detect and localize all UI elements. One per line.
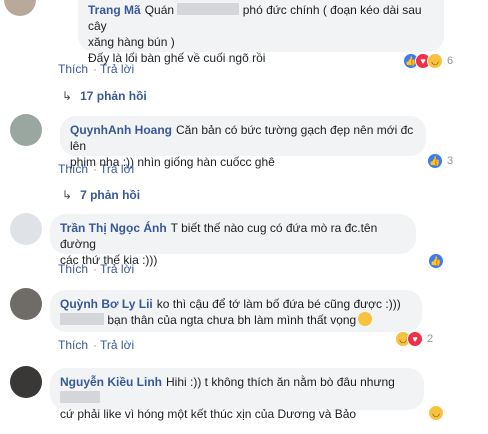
reaction-count: 6 [447,55,454,67]
smile-emoji-icon [358,312,373,326]
reaction-summary[interactable]: ◡ ♥ 2 [395,330,433,348]
reaction-summary[interactable]: 👍 [428,252,448,270]
avatar[interactable] [10,213,42,245]
redacted-text [177,3,240,15]
comment-actions: Thích · Trả lời [58,262,136,276]
like-reaction-icon: 👍 [428,253,444,269]
comment-text: xăng hàng bún ) [88,35,175,49]
comment-text: Hihi :)) t không thích ăn nằm bò đâu như… [166,375,395,389]
avatar[interactable] [10,114,42,146]
commenter-name[interactable]: QuynhAnh Hoang [70,123,172,137]
separator: · [93,162,98,176]
comment-text: bạn thân của ngta chưa bh làm mình thất … [107,313,357,327]
comment-actions: Thích · Trả lời [58,162,136,176]
comment-bubble: Nguyễn Kiều Linh Hihi :)) t không thích ă… [50,368,424,421]
comment-bubble: Trần Thị Ngọc Ánh T biết thế nào cug có đ… [50,214,416,267]
reply-thread-toggle[interactable]: ↳ 7 phản hồi [62,188,140,202]
reply-arrow-icon: ↳ [62,188,73,202]
comment-text: Đấy là lối bàn ghế về cuối ngõ rồi [88,51,266,65]
comment-actions: Thích · Trả lời [58,338,136,352]
avatar[interactable] [10,366,42,398]
comment-text: ko thì cậu để tớ làm bố đứa bé cũng được… [156,297,401,311]
like-link[interactable]: Thích [58,62,88,76]
reply-link[interactable]: Trả lời [100,62,134,76]
love-reaction-icon: ♥ [407,331,423,347]
haha-reaction-icon: ◡ [428,405,444,421]
reply-link[interactable]: Trả lời [100,262,134,276]
commenter-name[interactable]: Trần Thị Ngọc Ánh [60,221,167,235]
like-reaction-icon: 👍 [427,153,443,169]
comment-text: cứ phải like vì hóng một kết thúc xịn củ… [60,407,357,421]
separator: · [93,62,98,76]
comment-bubble: QuynhAnh Hoang Căn bản có bức tường gạch … [60,116,426,169]
separator: · [93,338,98,352]
reply-count: 7 phản hồi [80,188,141,202]
like-link[interactable]: Thích [58,262,88,276]
reply-link[interactable]: Trả lời [100,338,134,352]
comment-text: Quán [144,3,175,17]
comment-bubble: Trang Mã Quán phó đức chính ( đoạn kéo dà… [78,0,444,65]
avatar[interactable] [4,0,36,16]
separator: · [93,262,98,276]
redacted-text [60,391,100,403]
commenter-name[interactable]: Nguyễn Kiều Linh [60,375,162,389]
like-link[interactable]: Thích [58,162,88,176]
reaction-summary[interactable]: 👍 3 [427,152,453,170]
like-link[interactable]: Thích [58,338,88,352]
comment-bubble: Quỳnh Bơ Ly Lii ko thì cậu để tớ làm bố đ… [50,290,422,332]
reply-arrow-icon: ↳ [62,89,73,103]
commenter-name[interactable]: Trang Mã [88,3,141,17]
reaction-summary[interactable]: ◡ [428,404,448,422]
reaction-count: 3 [447,155,454,167]
redacted-text [60,313,104,325]
reply-thread-toggle[interactable]: ↳ 17 phản hồi [62,89,147,103]
comment-actions: Thích · Trả lời [58,62,136,76]
haha-reaction-icon: ◡ [427,53,443,69]
reaction-count: 2 [427,333,434,345]
reply-link[interactable]: Trả lời [100,162,134,176]
reaction-summary[interactable]: 👍 ♥ ◡ 6 [403,52,453,70]
commenter-name[interactable]: Quỳnh Bơ Ly Lii [60,297,153,311]
reply-count: 17 phản hồi [80,89,147,103]
avatar[interactable] [10,288,42,320]
